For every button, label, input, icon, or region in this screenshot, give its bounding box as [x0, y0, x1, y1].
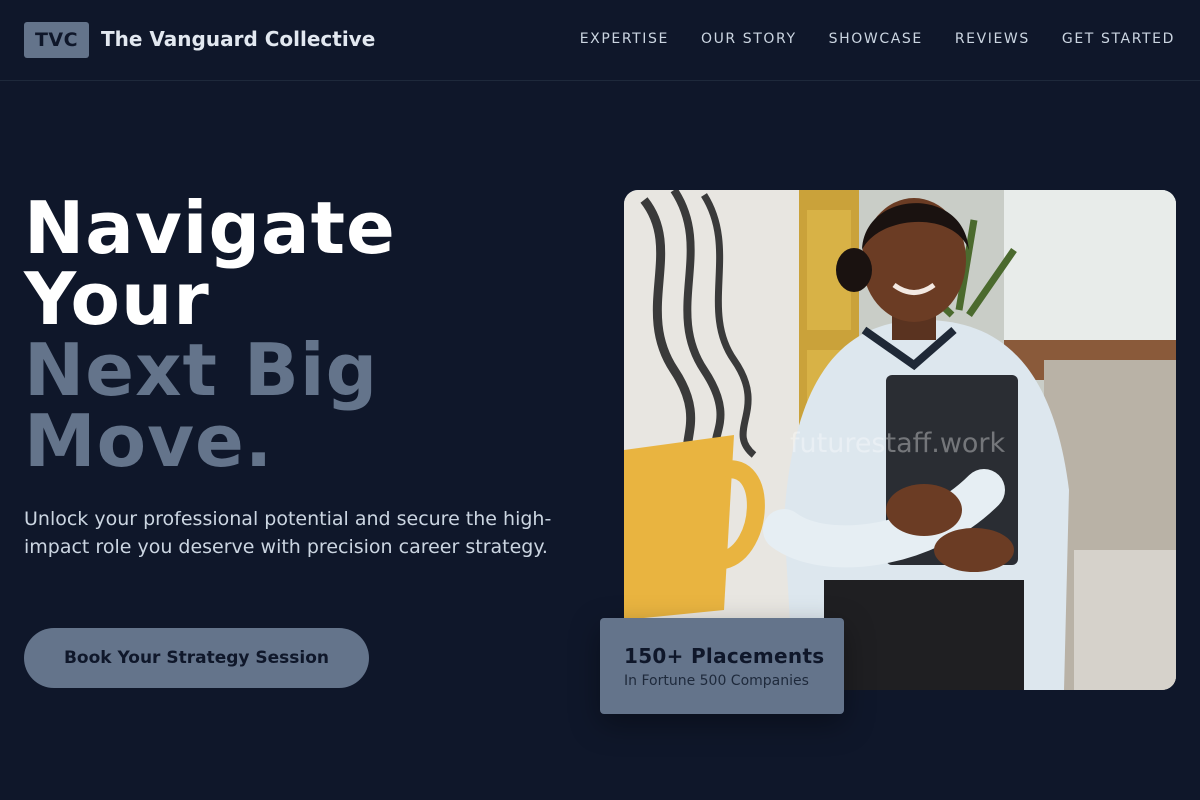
headline-line-2: Your [24, 257, 210, 341]
hero-headline: Navigate Your Next Big Move. [24, 186, 396, 483]
headline-line-4: Move. [24, 399, 274, 483]
nav-item-get-started[interactable]: GET STARTED [1062, 31, 1175, 47]
brand-name[interactable]: The Vanguard Collective [101, 27, 375, 51]
placements-stat-card: 150+ Placements In Fortune 500 Companies [600, 618, 844, 714]
stat-subtitle: In Fortune 500 Companies [624, 673, 809, 689]
stat-title: 150+ Placements [624, 644, 825, 668]
image-watermark: futurestaff.work [790, 428, 1006, 459]
nav-item-our-story[interactable]: OUR STORY [701, 31, 797, 47]
book-strategy-session-button[interactable]: Book Your Strategy Session [24, 628, 369, 688]
main-nav: EXPERTISE OUR STORY SHOWCASE REVIEWS GET… [548, 31, 1175, 47]
headline-line-1: Navigate [24, 186, 396, 270]
headline-line-3: Next Big [24, 328, 379, 412]
nav-item-showcase[interactable]: SHOWCASE [829, 31, 923, 47]
logo-badge[interactable]: TVC [24, 22, 89, 58]
nav-item-expertise[interactable]: EXPERTISE [580, 31, 669, 47]
site-header: TVC The Vanguard Collective EXPERTISE OU… [0, 0, 1200, 81]
nav-item-reviews[interactable]: REVIEWS [955, 31, 1030, 47]
hero-subtext: Unlock your professional potential and s… [24, 508, 552, 558]
